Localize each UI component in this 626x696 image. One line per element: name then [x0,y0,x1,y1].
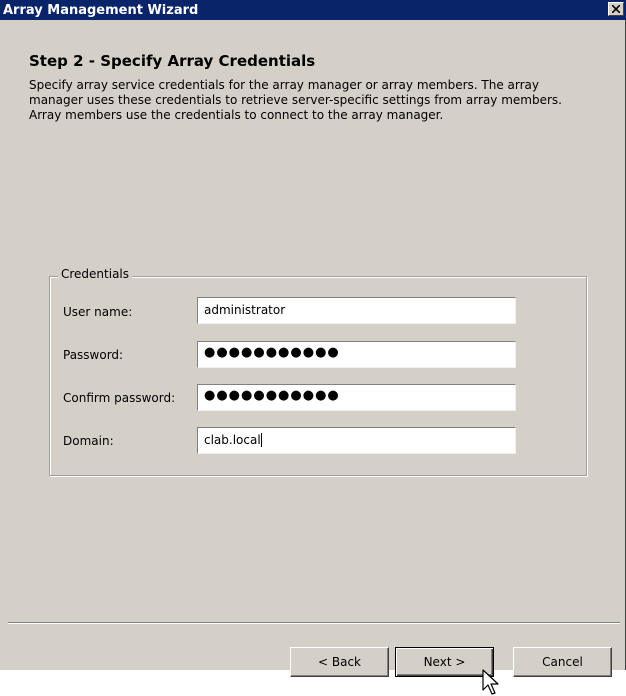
domain-field[interactable]: clab.local [197,427,516,454]
password-label: Password: [63,348,124,362]
step-description: Specify array service credentials for th… [29,78,562,122]
close-button[interactable] [608,2,624,16]
title-bar[interactable]: Array Management Wizard [0,0,626,20]
window-title: Array Management Wizard [3,3,199,18]
footer-separator [8,622,620,624]
credentials-legend: Credentials [58,267,133,281]
back-button[interactable]: < Back [290,647,389,677]
mouse-pointer-icon [482,669,499,695]
domain-value: clab.local [204,433,261,447]
confirm-password-value: ●●●●●●●●●●● [204,388,340,403]
cancel-button[interactable]: Cancel [513,647,612,677]
text-caret [260,433,262,447]
step-title: Step 2 - Specify Array Credentials [29,52,316,70]
confirm-password-label: Confirm password: [63,391,176,405]
wizard-window: Array Management Wizard Step 2 - Specify… [0,0,626,677]
username-value: administrator [204,303,286,317]
password-value: ●●●●●●●●●●● [204,345,340,360]
password-field[interactable]: ●●●●●●●●●●● [197,341,516,368]
next-button[interactable]: Next > [395,647,494,677]
username-label: User name: [63,305,133,319]
close-icon [612,5,620,13]
username-field[interactable]: administrator [197,297,516,324]
confirm-password-field[interactable]: ●●●●●●●●●●● [197,384,516,411]
domain-label: Domain: [63,434,114,448]
